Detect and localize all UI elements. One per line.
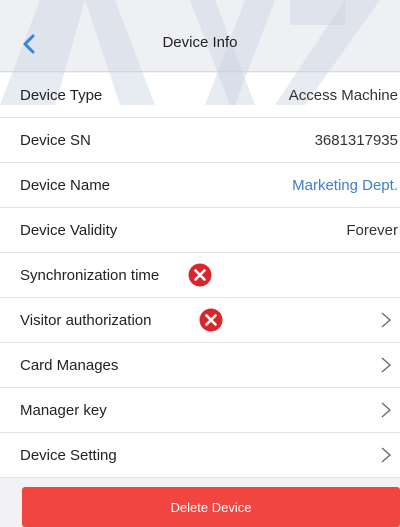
chevron-right-icon[interactable]: [380, 356, 392, 374]
page-title: Device Info: [162, 34, 238, 51]
device-info-list: Device Type Access Machine Device SN 368…: [0, 73, 400, 478]
device-type-label: Device Type: [20, 86, 103, 104]
card-manages-label: Card Manages: [20, 356, 119, 374]
synchronization-time-label: Synchronization time: [20, 266, 160, 284]
manager-key-label: Manager key: [20, 401, 107, 419]
visitor-authorization-label: Visitor authorization: [20, 311, 152, 329]
device-validity-value: Forever: [346, 221, 398, 239]
navigation-bar: Device Info: [0, 0, 400, 72]
delete-device-button[interactable]: Delete Device: [22, 487, 400, 527]
device-validity-label: Device Validity: [20, 221, 118, 239]
device-type-value: Access Machine: [288, 86, 398, 104]
row-device-validity: Device Validity Forever: [0, 208, 400, 253]
row-device-name[interactable]: Device Name Marketing Dept.: [0, 163, 400, 208]
row-card-manages[interactable]: Card Manages: [0, 343, 400, 388]
error-x-icon: [199, 308, 223, 332]
device-name-value[interactable]: Marketing Dept.: [292, 177, 398, 194]
row-manager-key[interactable]: Manager key: [0, 388, 400, 433]
row-device-setting[interactable]: Device Setting: [0, 433, 400, 478]
chevron-right-icon[interactable]: [380, 401, 392, 419]
row-synchronization-time[interactable]: Synchronization time: [0, 253, 400, 298]
error-x-icon: [188, 263, 212, 287]
device-setting-label: Device Setting: [20, 446, 117, 464]
device-sn-value: 3681317935: [314, 131, 398, 149]
row-visitor-authorization[interactable]: Visitor authorization: [0, 298, 400, 343]
row-device-type: Device Type Access Machine: [0, 73, 400, 118]
footer: Delete Device: [0, 481, 400, 527]
device-name-label: Device Name: [20, 176, 111, 194]
device-sn-label: Device SN: [20, 131, 91, 149]
row-device-sn: Device SN 3681317935: [0, 118, 400, 163]
chevron-right-icon[interactable]: [380, 311, 392, 329]
chevron-right-icon[interactable]: [380, 446, 392, 464]
